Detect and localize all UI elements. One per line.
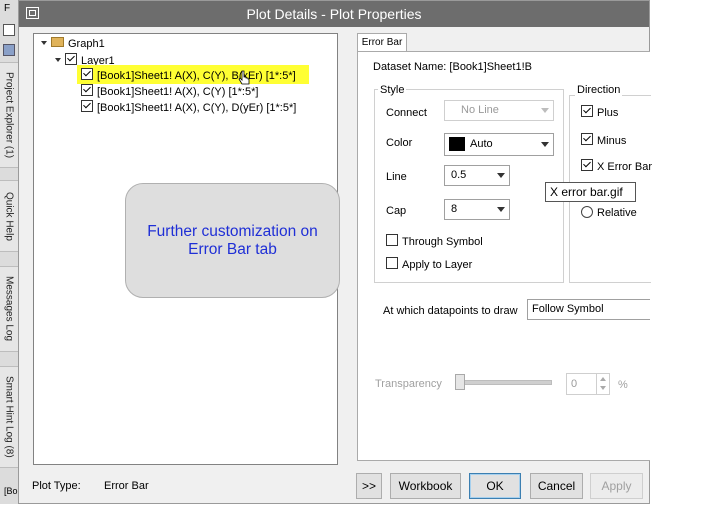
color-value: Auto bbox=[470, 138, 493, 150]
annotation-callout: Further customization on Error Bar tab bbox=[125, 183, 340, 298]
tree-node-plot-1[interactable]: [Book1]Sheet1! A(X), C(Y), B(xEr) [1*:5*… bbox=[81, 68, 296, 83]
x-error-bar-label: X Error Bar bbox=[597, 161, 653, 173]
apply-to-layer-label: Apply to Layer bbox=[402, 259, 473, 271]
plot-3-checkbox[interactable] bbox=[81, 100, 93, 112]
layer-checkbox[interactable] bbox=[65, 53, 77, 65]
folder-icon bbox=[51, 37, 64, 47]
bottom-strip-text: [Bo bbox=[4, 486, 18, 496]
tab-error-bar[interactable]: Error Bar bbox=[357, 33, 407, 51]
tab-smart-hint-log-label: Smart Hint Log (8) bbox=[3, 376, 15, 458]
transparency-slider-track bbox=[458, 380, 552, 385]
connect-label: Connect bbox=[386, 107, 427, 119]
tab-project-explorer-label: Project Explorer (1) bbox=[3, 71, 15, 159]
cap-label: Cap bbox=[386, 205, 407, 217]
color-swatch bbox=[449, 137, 465, 151]
apply-to-layer-box[interactable] bbox=[386, 257, 398, 269]
plus-box[interactable] bbox=[581, 105, 593, 117]
plus-label: Plus bbox=[597, 107, 619, 119]
toolbar-icon[interactable] bbox=[3, 44, 15, 56]
plot-2-checkbox[interactable] bbox=[81, 84, 93, 96]
workbook-button[interactable]: Workbook bbox=[390, 473, 461, 499]
tree-node-plot-2[interactable]: [Book1]Sheet1! A(X), C(Y) [1*:5*] bbox=[81, 84, 258, 99]
tab-messages-log-label: Messages Log bbox=[3, 276, 15, 342]
chevron-down-icon bbox=[497, 173, 505, 178]
chevron-down-icon bbox=[497, 207, 505, 212]
tab-project-explorer[interactable]: Project Explorer (1) bbox=[0, 62, 18, 168]
collapse-arrow-icon[interactable] bbox=[41, 41, 47, 45]
collapse-arrow-icon[interactable] bbox=[55, 58, 61, 62]
tree-node-graph[interactable]: Graph1 bbox=[41, 37, 105, 52]
transparency-unit: % bbox=[618, 379, 628, 391]
spin-up-icon bbox=[600, 377, 606, 381]
cap-dropdown[interactable]: 8 bbox=[444, 199, 510, 220]
line-label: Line bbox=[386, 171, 407, 183]
dialog-title: Plot Details - Plot Properties bbox=[246, 6, 422, 22]
spin-down-icon bbox=[600, 386, 606, 390]
style-group-title: Style bbox=[378, 84, 407, 96]
minus-box[interactable] bbox=[581, 133, 593, 145]
tab-quick-help[interactable]: Quick Help bbox=[0, 180, 18, 252]
direction-group-title: Direction bbox=[575, 84, 623, 96]
datapoints-label: At which datapoints to draw bbox=[383, 305, 518, 317]
top-strip-text: F bbox=[4, 3, 11, 14]
through-symbol-box[interactable] bbox=[386, 234, 398, 246]
ok-button[interactable]: OK bbox=[469, 473, 521, 499]
minus-label: Minus bbox=[597, 135, 627, 147]
relative-radio[interactable]: Relative bbox=[581, 206, 637, 219]
apply-to-layer-checkbox[interactable]: Apply to Layer bbox=[386, 257, 472, 271]
plus-checkbox[interactable]: Plus bbox=[581, 105, 618, 119]
expand-button[interactable]: >> bbox=[356, 473, 382, 499]
callout-line-2: Error Bar tab bbox=[188, 240, 277, 258]
tree-node-graph-label: Graph1 bbox=[68, 38, 105, 50]
line-width-value: 0.5 bbox=[451, 169, 467, 181]
tab-messages-log[interactable]: Messages Log bbox=[0, 266, 18, 352]
new-icon[interactable] bbox=[3, 24, 15, 36]
transparency-spin-buttons bbox=[596, 373, 611, 395]
app-left-strip: F Project Explorer (1) Quick Help Messag… bbox=[0, 0, 19, 504]
tooltip: X error bar.gif bbox=[545, 182, 636, 202]
datapoints-value: Follow Symbol bbox=[532, 303, 604, 315]
cancel-button[interactable]: Cancel bbox=[530, 473, 583, 499]
tree-node-plot-1-label: [Book1]Sheet1! A(X), C(Y), B(xEr) [1*:5*… bbox=[97, 70, 296, 82]
x-error-bar-checkbox[interactable]: X Error Bar bbox=[581, 159, 652, 173]
chevron-down-icon bbox=[541, 142, 549, 147]
color-label: Color bbox=[386, 137, 413, 149]
through-symbol-checkbox[interactable]: Through Symbol bbox=[386, 234, 483, 248]
relative-radio-button[interactable] bbox=[581, 206, 593, 218]
cap-value: 8 bbox=[451, 203, 458, 215]
connect-value: No Line bbox=[461, 104, 499, 116]
datapoints-dropdown[interactable]: Follow Symbol bbox=[527, 299, 650, 320]
callout-line-1: Further customization on bbox=[147, 222, 318, 240]
x-error-bar-box[interactable] bbox=[581, 159, 593, 171]
tree-node-plot-3-label: [Book1]Sheet1! A(X), C(Y), D(yEr) [1*:5*… bbox=[97, 102, 297, 114]
connect-dropdown: No Line bbox=[444, 100, 554, 121]
transparency-label: Transparency bbox=[375, 378, 442, 390]
tab-smart-hint-log[interactable]: Smart Hint Log (8) bbox=[0, 366, 18, 468]
tree-node-plot-2-label: [Book1]Sheet1! A(X), C(Y) [1*:5*] bbox=[97, 86, 259, 98]
plot-type-value: Error Bar bbox=[104, 480, 149, 492]
hand-cursor-icon bbox=[238, 70, 250, 85]
apply-button: Apply bbox=[590, 473, 643, 499]
plot-1-checkbox[interactable] bbox=[81, 68, 93, 80]
tab-quick-help-label: Quick Help bbox=[3, 191, 15, 241]
line-width-dropdown[interactable]: 0.5 bbox=[444, 165, 510, 186]
chevron-down-icon bbox=[541, 108, 549, 113]
dataset-name-label: Dataset Name: [Book1]Sheet1!B bbox=[373, 61, 532, 73]
plot-type-label: Plot Type: bbox=[32, 480, 81, 492]
transparency-slider-thumb bbox=[455, 374, 465, 390]
through-symbol-label: Through Symbol bbox=[402, 236, 483, 248]
color-dropdown[interactable]: Auto bbox=[444, 133, 554, 156]
tree-node-plot-3[interactable]: [Book1]Sheet1! A(X), C(Y), D(yEr) [1*:5*… bbox=[81, 100, 296, 115]
relative-label: Relative bbox=[597, 207, 637, 219]
minus-checkbox[interactable]: Minus bbox=[581, 133, 626, 147]
